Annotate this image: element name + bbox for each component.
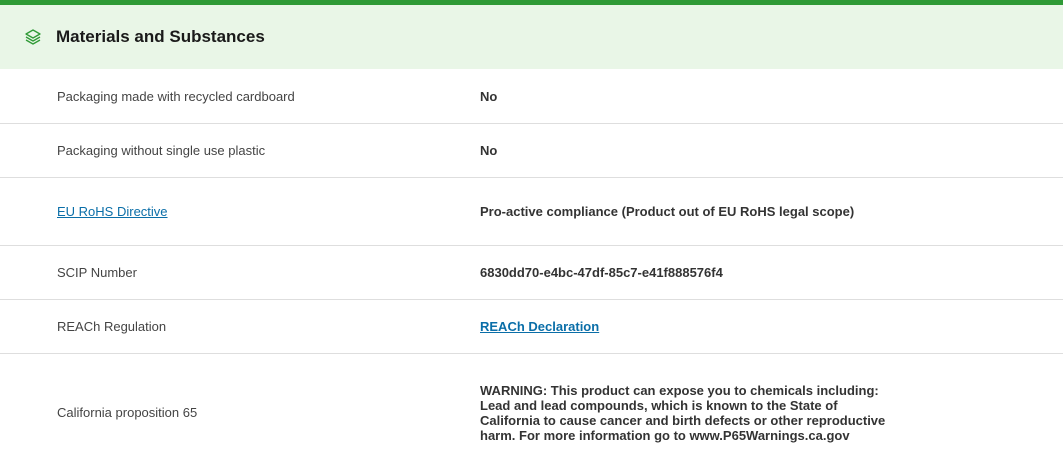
table-row: Packaging made with recycled cardboard N…	[0, 69, 1063, 124]
row-label-cell: EU RoHS Directive	[0, 204, 480, 219]
table-row: EU RoHS Directive Pro-active compliance …	[0, 178, 1063, 246]
row-label: California proposition 65	[57, 405, 198, 420]
row-label: Packaging made with recycled cardboard	[57, 88, 295, 104]
prop65-warning-text: WARNING: This product can expose you to …	[480, 382, 886, 443]
reach-declaration-link[interactable]: REACh Declaration	[480, 319, 599, 334]
row-label: SCIP Number	[57, 265, 137, 280]
row-value: No	[480, 88, 498, 104]
row-value: No	[480, 143, 498, 158]
row-value-cell: REACh Declaration	[480, 319, 900, 334]
materials-substances-panel: Materials and Substances Packaging made …	[0, 0, 1063, 471]
section-title: Materials and Substances	[56, 27, 265, 46]
row-value: Pro-active compliance (Product out of EU…	[480, 204, 855, 219]
layers-icon	[24, 28, 42, 46]
row-label: Packaging without single use plastic	[57, 143, 266, 158]
table-row: California proposition 65 WARNING: This …	[0, 354, 1063, 471]
eu-rohs-directive-link[interactable]: EU RoHS Directive	[57, 204, 168, 219]
section-header[interactable]: Materials and Substances	[0, 5, 1063, 69]
row-label: REACh Regulation	[57, 319, 167, 334]
table-row: SCIP Number 6830dd70-e4bc-47df-85c7-e41f…	[0, 246, 1063, 300]
table-row: Packaging without single use plastic No	[0, 124, 1063, 178]
scip-number-value: 6830dd70-e4bc-47df-85c7-e41f888576f4	[480, 265, 723, 280]
table-row: REACh Regulation REACh Declaration	[0, 300, 1063, 354]
